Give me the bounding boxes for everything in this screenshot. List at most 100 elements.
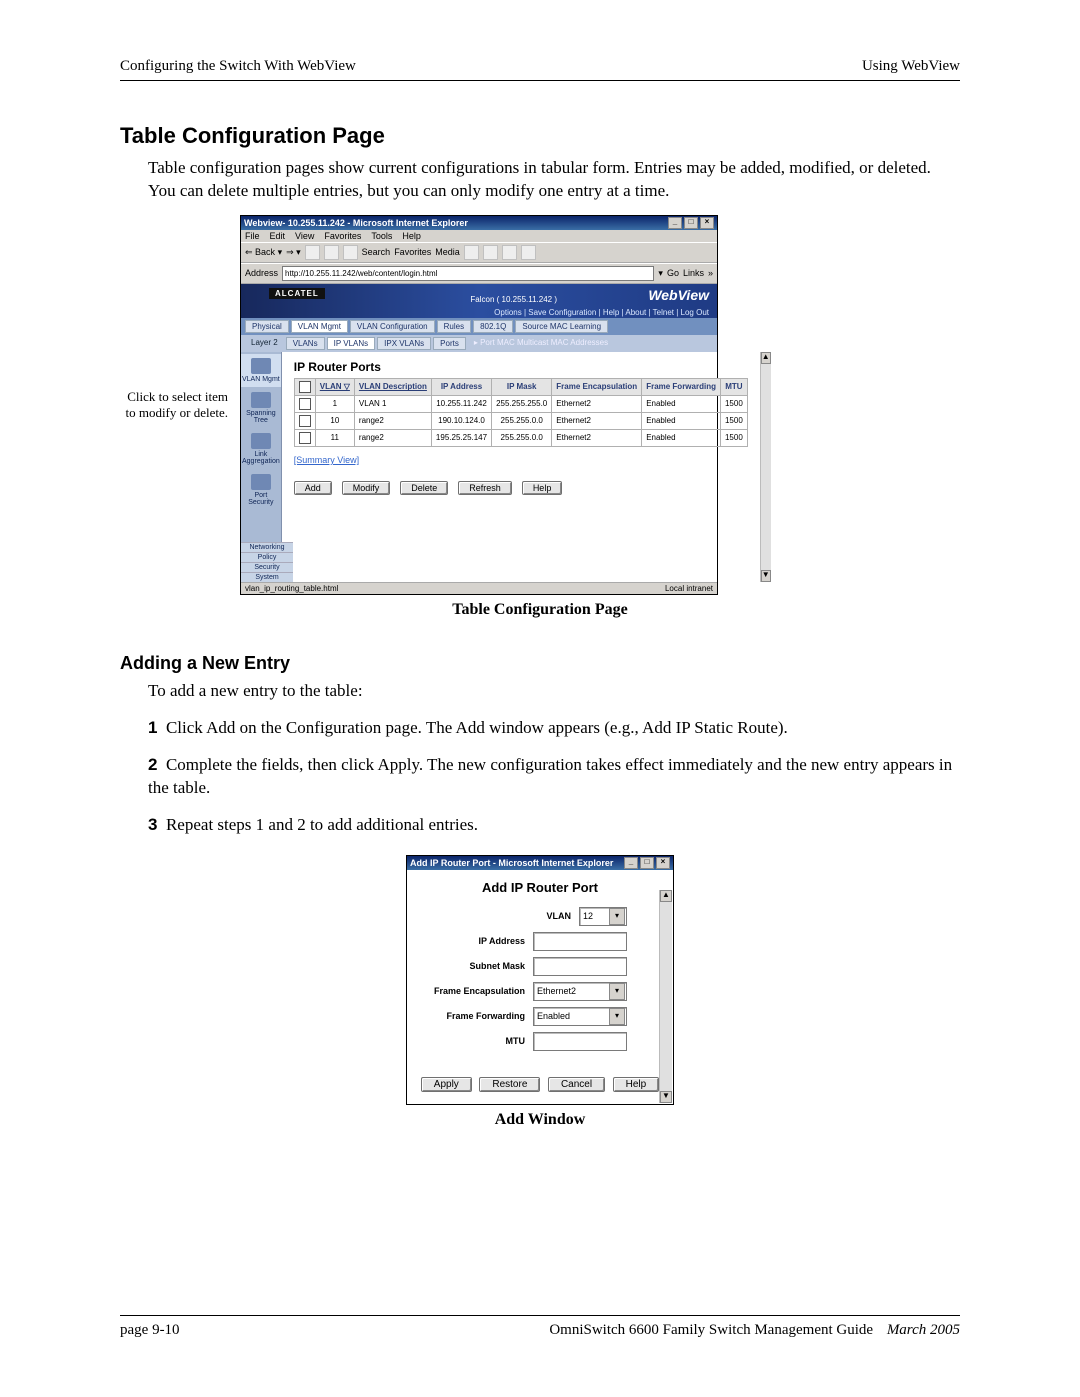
vertical-scrollbar[interactable]: ▲ ▼ <box>659 890 672 1103</box>
print-icon[interactable] <box>502 245 517 260</box>
fwd-select[interactable]: Enabled ▾ <box>533 1007 627 1026</box>
maximize-icon[interactable]: □ <box>640 857 654 869</box>
history-icon[interactable] <box>464 245 479 260</box>
col-vlan[interactable]: VLAN ▽ <box>315 378 354 395</box>
subtab-vlans[interactable]: VLANs <box>286 337 325 350</box>
tab-rules[interactable]: Rules <box>437 320 471 333</box>
sidebar-footer[interactable]: Networking Policy Security System <box>241 542 293 582</box>
modify-button[interactable]: Modify <box>342 481 391 495</box>
apply-button[interactable]: Apply <box>421 1077 472 1092</box>
help-button[interactable]: Help <box>522 481 563 495</box>
refresh-button[interactable]: Refresh <box>458 481 512 495</box>
vlan-select[interactable]: 12 ▾ <box>579 907 627 926</box>
sidebar-foot-item[interactable]: Security <box>241 562 293 572</box>
scroll-up-icon[interactable]: ▲ <box>660 890 672 902</box>
minimize-icon[interactable]: _ <box>624 857 638 869</box>
table-row[interactable]: 11 range2 195.25.25.147 255.255.0.0 Ethe… <box>294 429 747 446</box>
col-vlan-desc[interactable]: VLAN Description <box>354 378 431 395</box>
browser-toolbar[interactable]: ⇐ Back ▾ ⇒ ▾ Search Favorites Media <box>241 242 717 263</box>
subtab-ipxvlans[interactable]: IPX VLANs <box>377 337 431 350</box>
scroll-up-icon[interactable]: ▲ <box>761 352 771 364</box>
cancel-button[interactable]: Cancel <box>548 1077 605 1092</box>
mtu-label: MTU <box>506 1036 526 1046</box>
col-enc[interactable]: Frame Encapsulation <box>552 378 642 395</box>
refresh-icon[interactable] <box>324 245 339 260</box>
tabbar-secondary[interactable]: Layer 2 VLANs IP VLANs IPX VLANs Ports ▸… <box>241 335 717 352</box>
menu-favorites[interactable]: Favorites <box>324 231 361 241</box>
minimize-icon[interactable]: _ <box>668 217 682 229</box>
figure1-annotation: Click to select item to modify or delete… <box>120 389 228 422</box>
ip-input[interactable] <box>533 932 627 951</box>
webview-brand: WebView <box>648 287 709 303</box>
checkbox-row[interactable] <box>299 398 311 410</box>
sidebar-foot-item[interactable]: Policy <box>241 552 293 562</box>
home-icon[interactable] <box>343 245 358 260</box>
media-button[interactable]: Media <box>435 247 460 257</box>
checkbox-row[interactable] <box>299 415 311 427</box>
webview-browser-window: Webview- 10.255.11.242 - Microsoft Inter… <box>240 215 718 595</box>
menu-edit[interactable]: Edit <box>270 231 286 241</box>
tab-vlan-mgmt[interactable]: VLAN Mgmt <box>291 320 348 333</box>
breadcrumb-sub: ▸ Port MAC Multicast MAC Addresses <box>468 337 713 350</box>
maximize-icon[interactable]: □ <box>684 217 698 229</box>
add-button[interactable]: Add <box>294 481 332 495</box>
tab-physical[interactable]: Physical <box>245 320 289 333</box>
chevron-down-icon[interactable]: ▾ <box>609 983 625 1000</box>
chevron-down-icon[interactable]: ▾ <box>609 1008 625 1025</box>
enc-select[interactable]: Ethernet2 ▾ <box>533 982 627 1001</box>
scroll-down-icon[interactable]: ▼ <box>660 1091 672 1103</box>
figure2-caption: Add Window <box>120 1111 960 1129</box>
tab-vlan-config[interactable]: VLAN Configuration <box>350 320 435 333</box>
go-button[interactable]: Go <box>667 268 679 278</box>
subtab-ipvlans[interactable]: IP VLANs <box>327 337 376 350</box>
mail-icon[interactable] <box>483 245 498 260</box>
col-fwd[interactable]: Frame Forwarding <box>642 378 721 395</box>
menu-view[interactable]: View <box>295 231 314 241</box>
table-row[interactable]: 10 range2 190.10.124.0 255.255.0.0 Ether… <box>294 412 747 429</box>
close-icon[interactable]: × <box>700 217 714 229</box>
menubar[interactable]: File Edit View Favorites Tools Help <box>241 230 717 242</box>
back-button[interactable]: ⇐ Back ▾ <box>245 247 282 258</box>
table-row[interactable]: 1 VLAN 1 10.255.11.242 255.255.255.0 Eth… <box>294 395 747 412</box>
tabbar-primary[interactable]: Physical VLAN Mgmt VLAN Configuration Ru… <box>241 318 717 335</box>
tab-src-mac[interactable]: Source MAC Learning <box>515 320 608 333</box>
links-button[interactable]: Links <box>683 268 704 278</box>
checkbox-header[interactable] <box>299 381 311 393</box>
status-zone: Local intranet <box>665 584 713 593</box>
address-input[interactable]: http://10.255.11.242/web/content/login.h… <box>282 266 654 281</box>
favorites-button[interactable]: Favorites <box>394 247 431 257</box>
mtu-input[interactable] <box>533 1032 627 1051</box>
sidebar-item-linkagg[interactable]: Link Aggregation <box>241 429 281 469</box>
stop-icon[interactable] <box>305 245 320 260</box>
sidebar-item-spanningtree[interactable]: Spanning Tree <box>241 388 281 428</box>
tab-8021q[interactable]: 802.1Q <box>473 320 513 333</box>
forward-button[interactable]: ⇒ ▾ <box>286 247 301 258</box>
subtab-ports[interactable]: Ports <box>433 337 466 350</box>
sidebar-foot-item[interactable]: Networking <box>241 542 293 552</box>
webview-top-links[interactable]: Options | Save Configuration | Help | Ab… <box>494 308 709 317</box>
header-right: Using WebView <box>862 58 960 75</box>
menu-help[interactable]: Help <box>402 231 421 241</box>
menu-tools[interactable]: Tools <box>371 231 392 241</box>
mask-input[interactable] <box>533 957 627 976</box>
left-sidebar[interactable]: VLAN Mgmt Spanning Tree Link Aggregation… <box>241 352 282 582</box>
help-button[interactable]: Help <box>613 1077 660 1092</box>
chevron-down-icon[interactable]: ▾ <box>609 908 625 925</box>
menu-file[interactable]: File <box>245 231 260 241</box>
checkbox-row[interactable] <box>299 432 311 444</box>
scroll-down-icon[interactable]: ▼ <box>761 570 771 582</box>
close-icon[interactable]: × <box>656 857 670 869</box>
col-ip[interactable]: IP Address <box>431 378 491 395</box>
sidebar-foot-item[interactable]: System <box>241 572 293 582</box>
summary-view-link[interactable]: [Summary View] <box>294 455 359 465</box>
col-mask[interactable]: IP Mask <box>492 378 552 395</box>
sidebar-item-vlanmgmt[interactable]: VLAN Mgmt <box>241 354 281 387</box>
col-mtu[interactable]: MTU <box>720 378 747 395</box>
sidebar-item-portsecurity[interactable]: Port Security <box>241 470 281 510</box>
search-button[interactable]: Search <box>362 247 391 257</box>
vlan-label: VLAN <box>547 911 572 921</box>
edit-icon[interactable] <box>521 245 536 260</box>
delete-button[interactable]: Delete <box>400 481 448 495</box>
vertical-scrollbar[interactable]: ▲ ▼ <box>760 352 771 582</box>
restore-button[interactable]: Restore <box>479 1077 540 1092</box>
